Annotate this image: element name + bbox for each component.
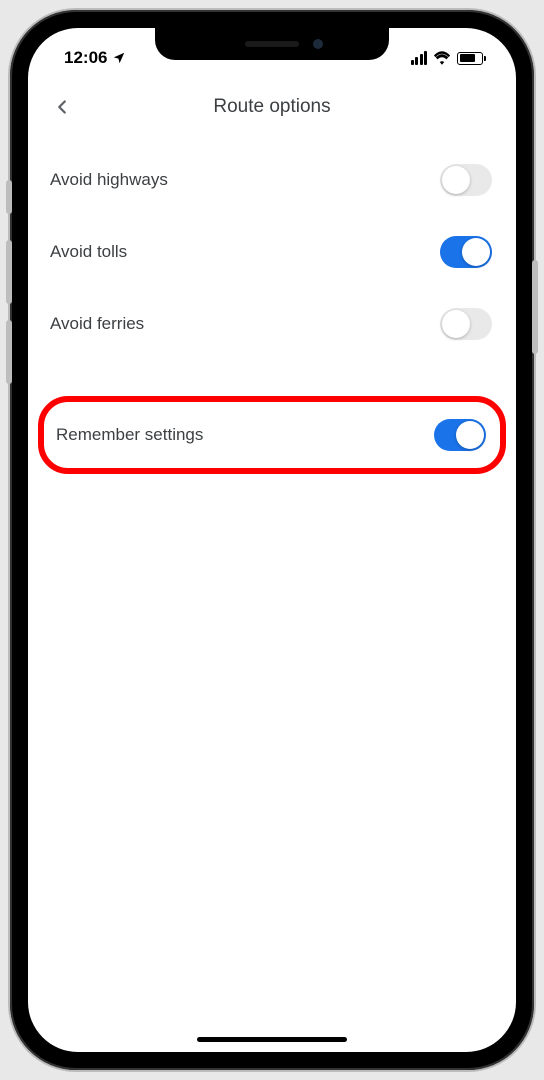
toggle-knob xyxy=(456,421,484,449)
setting-label: Avoid tolls xyxy=(50,242,127,262)
setting-avoid-ferries[interactable]: Avoid ferries xyxy=(28,288,516,360)
screen: 12:06 xyxy=(28,28,516,1052)
highlight-annotation: Remember settings xyxy=(38,396,506,474)
setting-avoid-highways[interactable]: Avoid highways xyxy=(28,144,516,216)
power-button xyxy=(532,260,538,354)
toggle-knob xyxy=(462,238,490,266)
toggle-knob xyxy=(442,310,470,338)
wifi-icon xyxy=(433,51,451,65)
battery-icon xyxy=(457,52,486,65)
setting-avoid-tolls[interactable]: Avoid tolls xyxy=(28,216,516,288)
toggle-avoid-tolls[interactable] xyxy=(440,236,492,268)
location-arrow-icon xyxy=(112,51,126,65)
home-indicator[interactable] xyxy=(197,1037,347,1042)
notch xyxy=(155,28,389,60)
volume-up-button xyxy=(6,240,12,304)
cellular-signal-icon xyxy=(411,51,428,65)
mute-switch xyxy=(6,180,12,214)
status-right xyxy=(411,51,487,65)
section-gap xyxy=(28,360,516,396)
setting-label: Avoid highways xyxy=(50,170,168,190)
status-time: 12:06 xyxy=(64,48,107,68)
page-title: Route options xyxy=(48,96,496,118)
setting-label: Remember settings xyxy=(56,425,203,445)
toggle-avoid-highways[interactable] xyxy=(440,164,492,196)
chevron-left-icon xyxy=(51,96,73,118)
settings-list: Avoid highways Avoid tolls Avoid ferries xyxy=(28,144,516,474)
speaker xyxy=(245,41,299,47)
setting-remember-settings[interactable]: Remember settings xyxy=(44,402,500,468)
status-left: 12:06 xyxy=(64,48,126,68)
setting-label: Avoid ferries xyxy=(50,314,144,334)
back-button[interactable] xyxy=(44,89,80,125)
toggle-remember-settings[interactable] xyxy=(434,419,486,451)
header: Route options xyxy=(28,76,516,144)
front-camera xyxy=(313,39,323,49)
device-frame: 12:06 xyxy=(10,10,534,1070)
volume-down-button xyxy=(6,320,12,384)
toggle-knob xyxy=(442,166,470,194)
toggle-avoid-ferries[interactable] xyxy=(440,308,492,340)
